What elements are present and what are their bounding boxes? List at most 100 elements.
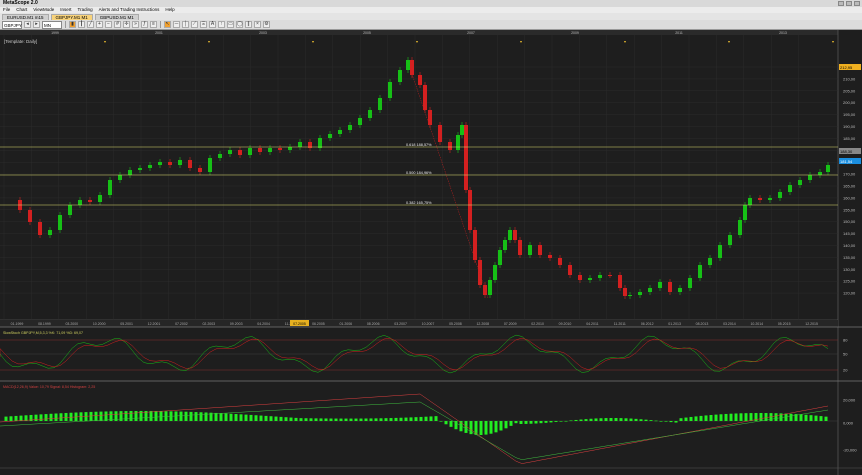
chart-svg[interactable]: 1999 ▾ 2001 ▾ 2003 ▾ 2005 ▾ 2007 ▾ 2009 ▾ 2011 ▾ 2013 ▾… xyxy=(0,30,862,475)
date-tick-label: 08.2013 xyxy=(696,322,709,326)
date-tick-label: 03.2014 xyxy=(723,322,736,326)
grid-icon[interactable]: # xyxy=(114,21,121,28)
maximize-icon[interactable] xyxy=(846,1,852,6)
macd-histogram-bar xyxy=(254,415,258,421)
date-tick-label: 12.2008 xyxy=(476,322,489,326)
price-tick-label: 210,00 xyxy=(843,76,856,81)
tab-gbpjpy[interactable]: GBPJPY.M1 M1 xyxy=(50,13,93,20)
candle-body xyxy=(668,282,672,292)
macd-tick-label: -20,000 xyxy=(843,448,857,453)
candle-body xyxy=(138,168,142,170)
macd-histogram-bar xyxy=(704,415,708,421)
price-tick-label: 145,00 xyxy=(843,231,856,236)
crosshair-icon[interactable]: ✛ xyxy=(123,21,130,28)
hline-icon[interactable]: ─ xyxy=(173,21,180,28)
cursor-icon[interactable]: ↖ xyxy=(164,21,171,28)
candle-body xyxy=(628,295,632,296)
fib-level-label: 0.618 188,57% xyxy=(406,143,432,147)
macd-histogram-bar xyxy=(4,416,8,421)
arrow-icon[interactable]: ↑ xyxy=(218,21,225,28)
autoscroll-icon[interactable]: » xyxy=(132,21,139,28)
delete-icon[interactable]: × xyxy=(254,21,261,28)
template-label: [Template: Daily] xyxy=(4,39,38,44)
event-marker-icon: ▾ xyxy=(104,39,106,44)
year-label: 2009 xyxy=(571,31,579,35)
candle-body xyxy=(658,282,662,288)
candle-body xyxy=(728,235,732,245)
macd-histogram-bar xyxy=(204,412,208,421)
macd-histogram-bar xyxy=(419,416,423,421)
macd-histogram-bar xyxy=(9,416,13,421)
zoom-in-icon[interactable]: + xyxy=(96,21,103,28)
candle-body xyxy=(513,230,517,240)
chart-area[interactable]: 1999 ▾ 2001 ▾ 2003 ▾ 2005 ▾ 2007 ▾ 2009 ▾ 2011 ▾ 2013 ▾… xyxy=(0,30,862,475)
macd-histogram-bar xyxy=(329,418,333,421)
minimize-icon[interactable] xyxy=(838,1,844,6)
candle-body xyxy=(578,275,582,280)
rectangle-icon[interactable]: ▭ xyxy=(227,21,234,28)
year-label: 1999 xyxy=(51,31,59,35)
macd-histogram-bar xyxy=(439,421,443,422)
event-marker-icon: ▾ xyxy=(208,39,210,44)
back-icon[interactable]: ◂ xyxy=(24,21,31,28)
candle-body xyxy=(218,154,222,158)
date-tick-label: 09.2010 xyxy=(559,322,572,326)
channel-icon[interactable]: ∥ xyxy=(245,21,252,28)
year-label: 2005 xyxy=(363,31,371,35)
macd-histogram-bar xyxy=(359,418,363,421)
candle-body xyxy=(148,165,152,168)
candles-icon[interactable]: ▮ xyxy=(69,21,76,28)
candle-body xyxy=(778,192,782,198)
date-tick-label: 01.2013 xyxy=(668,322,681,326)
settings-icon[interactable]: ⚙ xyxy=(263,21,270,28)
date-tick-label: 11.2011 xyxy=(614,322,626,326)
vline-icon[interactable]: │ xyxy=(182,21,189,28)
macd-histogram-bar xyxy=(94,411,98,421)
price-tick-label: 195,00 xyxy=(843,112,856,117)
close-icon[interactable] xyxy=(854,1,860,6)
price-tick-label: 160,00 xyxy=(843,195,856,200)
price-tick-label: 170,00 xyxy=(843,172,856,177)
macd-histogram-bar xyxy=(194,412,198,421)
date-tick-label: 05.2008 xyxy=(449,322,462,326)
template-icon[interactable]: ≡ xyxy=(150,21,157,28)
macd-histogram-bar xyxy=(539,421,543,424)
price-tick-label: 185,00 xyxy=(843,136,856,141)
date-tick-label: 01.2006 xyxy=(339,322,352,326)
candle-body xyxy=(358,118,362,125)
date-tick-label: 09.2003 xyxy=(230,322,243,326)
candle-body xyxy=(708,258,712,265)
ellipse-icon[interactable]: ◯ xyxy=(236,21,243,28)
macd-histogram-bar xyxy=(354,418,358,421)
tab-eurusd[interactable]: EURUSD.M1 m15 xyxy=(2,13,49,20)
forward-icon[interactable]: ▸ xyxy=(33,21,40,28)
candle-body xyxy=(738,220,742,235)
indicators-icon[interactable]: ƒ xyxy=(141,21,148,28)
date-tick-label: 04.2004 xyxy=(257,322,270,326)
macd-histogram-bar xyxy=(449,421,453,427)
zoom-out-icon[interactable]: − xyxy=(105,21,112,28)
price-marker-top-label: 212,95 xyxy=(840,65,853,70)
macd-histogram-bar xyxy=(384,418,388,421)
line-icon[interactable]: ╱ xyxy=(87,21,94,28)
macd-histogram-bar xyxy=(749,413,753,421)
candle-body xyxy=(298,142,302,147)
stoch-tick-label: 50 xyxy=(843,352,848,357)
period-field[interactable]: MN xyxy=(42,20,62,29)
candle-body xyxy=(618,275,622,288)
macd-label: MACD(12,26,9) Value: 10,79 Signal: 8,54 … xyxy=(3,385,95,389)
macd-histogram-bar xyxy=(294,417,298,421)
fibo-icon[interactable]: Ξ xyxy=(200,21,207,28)
bars-icon[interactable]: ┃ xyxy=(78,21,85,28)
symbol-field[interactable]: GBPJPY xyxy=(2,20,22,29)
date-tick-label: 12.2001 xyxy=(148,322,161,326)
price-tick-label: 150,00 xyxy=(843,219,856,224)
macd-histogram-bar xyxy=(714,414,718,421)
date-tick-label: 06.2005 xyxy=(312,322,325,326)
date-tick-label: 07.2009 xyxy=(504,322,517,326)
candle-body xyxy=(826,165,830,172)
trendline-icon[interactable]: ⟋ xyxy=(191,21,198,28)
macd-histogram-bar xyxy=(259,415,263,421)
text-icon[interactable]: A xyxy=(209,21,216,28)
tab-gbpusd[interactable]: GBPUSD.M1 M1 xyxy=(94,13,139,20)
